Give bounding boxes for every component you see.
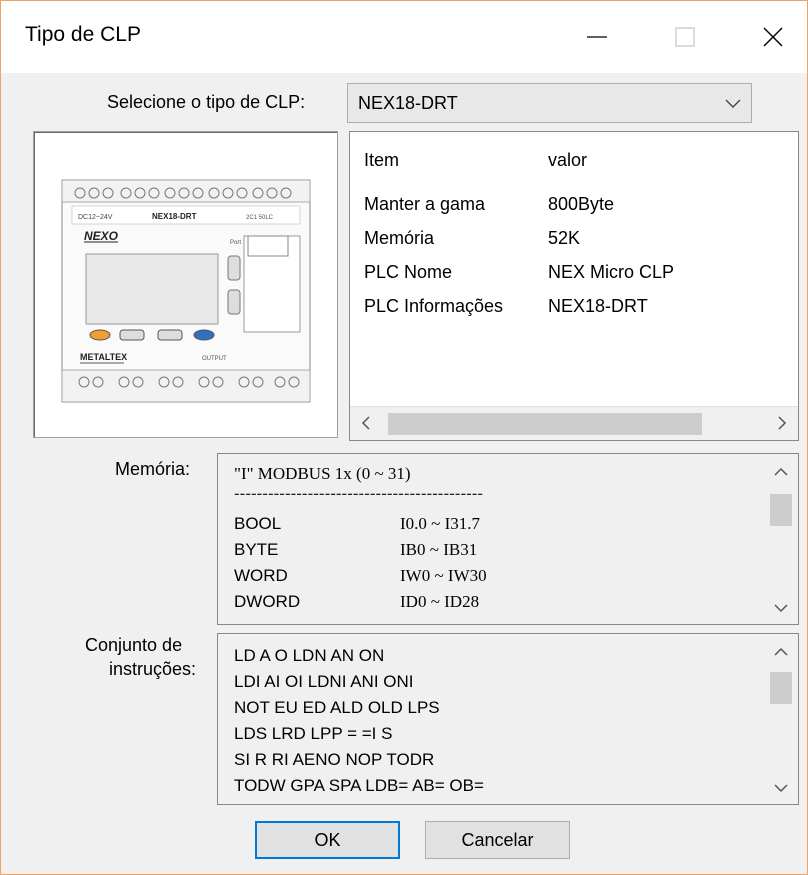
memory-textbox[interactable]: "I" MODBUS 1x (0 ~ 31) -----------------…: [217, 453, 799, 625]
maximize-icon: [675, 27, 695, 47]
svg-text:DC12~24V: DC12~24V: [78, 214, 113, 221]
svg-text:METALTEX: METALTEX: [80, 352, 127, 362]
close-icon: [763, 27, 783, 47]
info-header-item: Item: [364, 150, 400, 170]
plc-type-selected: NEX18-DRT: [358, 93, 458, 113]
memory-row-range: ID0 ~ ID28: [400, 592, 480, 611]
plc-device-preview: DC12~24V NEX18-DRT 2C1 50LC NEXO Port ME…: [33, 131, 338, 438]
info-header-value: valor: [548, 150, 588, 170]
instructions-label-line1: Conjunto de: [85, 635, 183, 655]
memory-title: "I" MODBUS 1x (0 ~ 31): [234, 464, 411, 483]
instruction-line: LD A O LDN AN ON: [234, 646, 385, 665]
chevron-up-icon[interactable]: [773, 646, 789, 658]
instructions-label-line2: instruções:: [109, 659, 197, 679]
chevron-right-icon[interactable]: [776, 415, 788, 431]
instruction-line: NOT EU ED ALD OLD LPS: [234, 698, 440, 717]
instructions-textbox[interactable]: LD A O LDN AN ON LDI AI OI LDNI ANI ONI …: [217, 633, 799, 805]
maximize-button: [645, 1, 725, 73]
info-row-value: NEX Micro CLP: [548, 262, 675, 282]
instruction-line: LDS LRD LPP = =I S: [234, 724, 393, 743]
chevron-down-icon[interactable]: [773, 782, 789, 794]
info-row-item: PLC Informações: [364, 296, 504, 316]
memory-vertical-scrollbar[interactable]: [764, 454, 798, 624]
instruction-line: LDI AI OI LDNI ANI ONI: [234, 672, 414, 691]
close-button[interactable]: [733, 1, 808, 73]
svg-text:Port: Port: [230, 240, 241, 246]
chevron-up-icon[interactable]: [773, 466, 789, 478]
ok-button[interactable]: OK: [255, 821, 400, 859]
svg-text:NEX18-DRT: NEX18-DRT: [152, 212, 197, 221]
plc-type-dialog: Tipo de CLP Selecione o tipo de CLP: NEX…: [0, 0, 808, 875]
chevron-down-icon[interactable]: [773, 602, 789, 614]
info-row-value: 52K: [548, 228, 581, 248]
scrollbar-thumb[interactable]: [770, 672, 792, 704]
memory-row-type: BYTE: [234, 540, 279, 559]
instruction-line: SI R RI AENO NOP TODR: [234, 750, 435, 769]
plc-type-select[interactable]: NEX18-DRT: [347, 83, 752, 123]
instruction-line: TODW GPA SPA LDB= AB= OB=: [234, 776, 484, 795]
memory-row-range: I0.0 ~ I31.7: [400, 514, 481, 533]
info-row-value: 800Byte: [548, 194, 615, 214]
plc-type-label: Selecione o tipo de CLP:: [107, 92, 306, 112]
info-row-item: Manter a gama: [364, 194, 486, 214]
memory-label: Memória:: [115, 459, 191, 479]
memory-row-range: IB0 ~ IB31: [400, 540, 478, 559]
plc-info-list[interactable]: Item valor Manter a gama 800Byte Memória…: [349, 131, 799, 441]
chevron-down-icon: [725, 99, 741, 108]
minimize-icon: [587, 36, 607, 38]
svg-text:NEXO: NEXO: [84, 229, 119, 243]
memory-row-type: BOOL: [234, 514, 282, 533]
memory-row-range: IW0 ~ IW30: [400, 566, 487, 585]
info-row-item: PLC Nome: [364, 262, 453, 282]
memory-row-type: WORD: [234, 566, 288, 585]
scrollbar-thumb[interactable]: [388, 413, 702, 435]
title-bar[interactable]: Tipo de CLP: [1, 1, 807, 73]
info-row-item: Memória: [364, 228, 435, 248]
scrollbar-thumb[interactable]: [770, 494, 792, 526]
info-horizontal-scrollbar[interactable]: [350, 406, 798, 440]
cancel-button[interactable]: Cancelar: [425, 821, 570, 859]
memory-row-type: DWORD: [234, 592, 301, 611]
minimize-button[interactable]: [557, 1, 637, 73]
chevron-left-icon[interactable]: [360, 415, 372, 431]
svg-text:2C1 50LC: 2C1 50LC: [246, 215, 274, 221]
instructions-vertical-scrollbar[interactable]: [764, 634, 798, 804]
info-row-value: NEX18-DRT: [548, 296, 648, 316]
svg-text:OUTPUT: OUTPUT: [202, 356, 227, 362]
window-title: Tipo de CLP: [25, 23, 141, 46]
memory-separator: ----------------------------------------…: [234, 484, 484, 503]
plc-device-image: DC12~24V NEX18-DRT 2C1 50LC NEXO Port ME…: [61, 179, 311, 403]
